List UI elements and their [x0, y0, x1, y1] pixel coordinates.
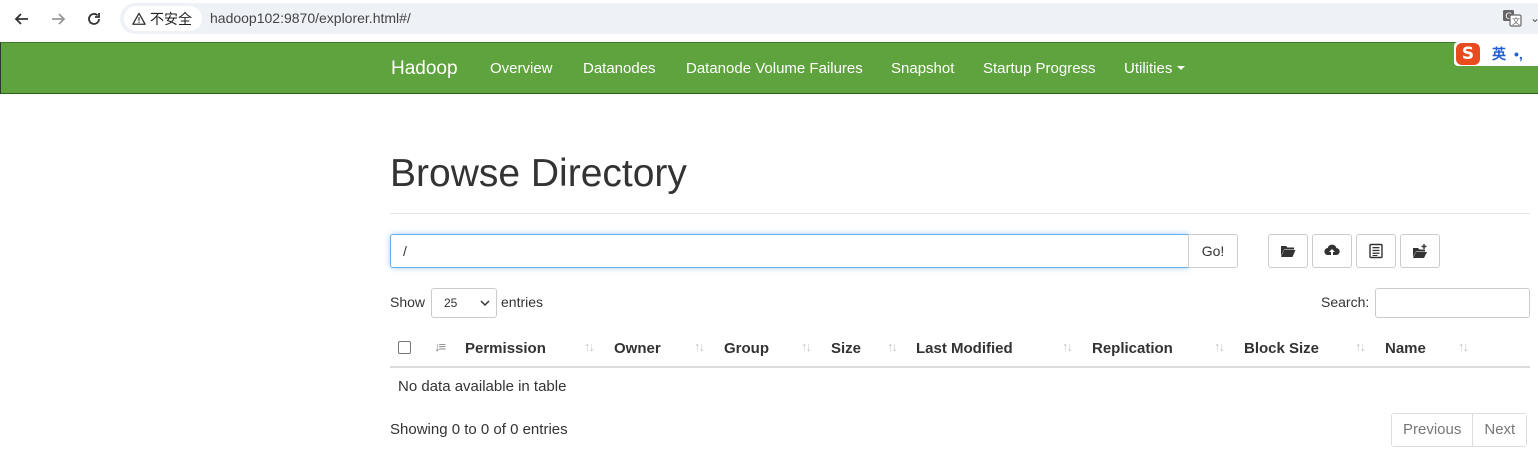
- search-label: Search:: [1321, 294, 1370, 310]
- entries-per-page-select[interactable]: 25: [431, 288, 497, 318]
- column-header-replication[interactable]: Replication: [1092, 340, 1173, 357]
- warning-icon: [132, 12, 146, 25]
- folder-plus-icon: [1413, 244, 1427, 258]
- sort-both-icon[interactable]: ↑↓: [887, 339, 898, 354]
- back-button[interactable]: [8, 6, 36, 32]
- go-button[interactable]: Go!: [1188, 234, 1238, 268]
- sort-asc-icon[interactable]: ↓≡: [434, 339, 446, 354]
- nav-item-datanode-volume-failures[interactable]: Datanode Volume Failures: [686, 60, 863, 77]
- table-empty-row: No data available in table: [390, 368, 1530, 406]
- column-header-owner[interactable]: Owner: [614, 340, 661, 357]
- reload-button[interactable]: [80, 6, 108, 32]
- svg-text:文: 文: [1512, 16, 1520, 26]
- cloud-upload-icon: [1324, 244, 1340, 256]
- column-header-group[interactable]: Group: [724, 340, 769, 357]
- create-directory-button[interactable]: [1400, 234, 1440, 268]
- browser-toolbar: 不安全 hadoop102:9870/explorer.html#/ G文 ⌄: [0, 0, 1538, 42]
- select-all-checkbox[interactable]: [398, 341, 411, 354]
- upload-button[interactable]: [1312, 234, 1352, 268]
- show-label: Show: [390, 294, 426, 310]
- nav-item-snapshot[interactable]: Snapshot: [891, 60, 954, 77]
- chevron-down-icon[interactable]: ⌄: [1530, 11, 1538, 25]
- nav-item-utilities-label: Utilities: [1124, 60, 1173, 77]
- column-header-name[interactable]: Name: [1385, 340, 1426, 357]
- security-label: 不安全: [150, 10, 192, 27]
- arrow-left-icon: [14, 13, 28, 25]
- list-alt-icon: [1369, 243, 1383, 259]
- table-search-input[interactable]: [1375, 288, 1530, 318]
- column-header-size[interactable]: Size: [831, 340, 861, 357]
- translate-icon[interactable]: G文: [1502, 8, 1522, 28]
- sogou-logo-icon: S: [1456, 43, 1480, 65]
- open-directory-button[interactable]: [1268, 234, 1308, 268]
- previous-page-button[interactable]: Previous: [1392, 414, 1473, 446]
- directory-path-input[interactable]: [390, 234, 1189, 268]
- title-divider: [390, 213, 1530, 214]
- page-title: Browse Directory: [390, 152, 687, 195]
- sort-both-icon[interactable]: ↑↓: [1062, 339, 1073, 354]
- pagination: Previous Next: [1391, 413, 1528, 447]
- cut-paste-button[interactable]: [1356, 234, 1396, 268]
- sort-both-icon[interactable]: ↑↓: [1214, 339, 1225, 354]
- forward-button[interactable]: [44, 6, 72, 32]
- arrow-right-icon: [52, 13, 66, 25]
- empty-table-message: No data available in table: [398, 378, 567, 395]
- ime-punctuation-indicator[interactable]: •,: [1514, 46, 1523, 62]
- sort-both-icon[interactable]: ↑↓: [584, 339, 595, 354]
- sort-both-icon[interactable]: ↑↓: [1355, 339, 1366, 354]
- ime-toolbar[interactable]: S 英 •,: [1454, 42, 1538, 66]
- column-header-permission[interactable]: Permission: [465, 340, 546, 357]
- security-chip[interactable]: 不安全: [124, 6, 202, 31]
- table-info: Showing 0 to 0 of 0 entries: [390, 421, 568, 438]
- column-header-block-size[interactable]: Block Size: [1244, 340, 1319, 357]
- table-header: ↓≡ Permission ↑↓ Owner ↑↓ Group ↑↓ Size …: [390, 330, 1530, 368]
- column-header-last-modified[interactable]: Last Modified: [916, 340, 1013, 357]
- reload-icon: [88, 13, 100, 25]
- nav-item-datanodes[interactable]: Datanodes: [583, 60, 656, 77]
- nav-item-overview[interactable]: Overview: [490, 60, 553, 77]
- navbar: Hadoop Overview Datanodes Datanode Volum…: [0, 42, 1538, 94]
- chevron-down-icon: [480, 300, 490, 307]
- sort-both-icon[interactable]: ↑↓: [694, 339, 705, 354]
- sort-both-icon[interactable]: ↑↓: [1458, 339, 1469, 354]
- nav-item-startup-progress[interactable]: Startup Progress: [983, 60, 1096, 77]
- sort-both-icon[interactable]: ↑↓: [801, 339, 812, 354]
- folder-open-icon: [1281, 246, 1296, 257]
- url-text: hadoop102:9870/explorer.html#/: [210, 10, 411, 26]
- address-bar[interactable]: 不安全 hadoop102:9870/explorer.html#/ G文 ⌄: [120, 3, 1538, 34]
- navbar-brand[interactable]: Hadoop: [391, 58, 458, 80]
- nav-item-utilities[interactable]: Utilities: [1124, 60, 1186, 77]
- entries-label: entries: [501, 294, 544, 310]
- caret-down-icon: [1177, 66, 1186, 70]
- ime-mode-indicator[interactable]: 英: [1492, 44, 1506, 64]
- entries-per-page-value: 25: [444, 296, 458, 310]
- next-page-button[interactable]: Next: [1472, 414, 1527, 446]
